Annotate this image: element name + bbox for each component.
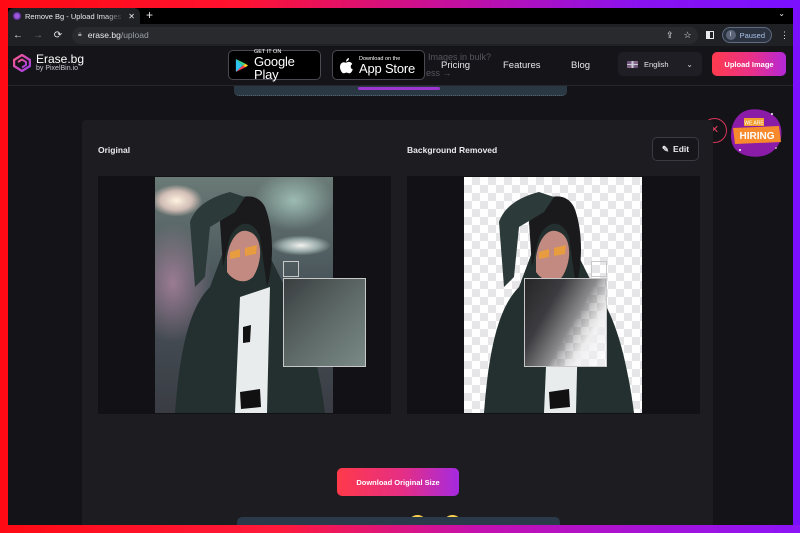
upload-image-button[interactable]: Upload Image — [712, 52, 786, 76]
language-select[interactable]: English ⌄ — [618, 52, 702, 76]
we-are-hiring-badge[interactable]: WE ARE HIRING — [726, 106, 786, 160]
nav-blog[interactable]: Blog — [571, 60, 590, 71]
browser-menu-icon[interactable]: ⋮ — [780, 30, 789, 41]
app-store-button[interactable]: Download on the App Store — [332, 50, 425, 80]
tab-title: Remove Bg - Upload Images to — [25, 11, 125, 21]
new-tab-icon[interactable]: + — [146, 8, 153, 24]
tab-active[interactable]: Remove Bg - Upload Images to ✕ — [8, 8, 140, 24]
site-content: Erase.bg by PixelBin.io m Images in bulk… — [8, 46, 793, 525]
nav-features[interactable]: Features — [503, 60, 541, 71]
apple-icon — [340, 57, 353, 73]
removed-image-panel — [407, 176, 700, 414]
zoom-target-box — [591, 261, 607, 277]
erase-bg-logo-icon — [12, 53, 32, 72]
bulk-progress-bar — [358, 87, 440, 90]
reload-icon[interactable]: ⟳ — [52, 30, 64, 41]
google-play-button[interactable]: GET IT ON Google Play — [228, 49, 321, 82]
screenshot-frame-bottom — [0, 525, 800, 533]
profile-avatar: I — [725, 30, 736, 40]
edit-button[interactable]: ✎ Edit — [652, 137, 699, 161]
browser-toolbar: ← → ⟳ 🔒︎ erase.bg/upload ⇪ ☆ I Paused ⋮ — [8, 24, 793, 46]
side-panel-icon[interactable] — [705, 31, 714, 39]
original-label: Original — [98, 145, 131, 155]
tab-close-icon[interactable]: ✕ — [128, 12, 135, 21]
profile-button[interactable]: I Paused — [721, 27, 772, 43]
hiring-badge-top: WE ARE — [744, 121, 764, 127]
url-text: erase.bg/upload — [87, 30, 149, 40]
share-icon[interactable]: ⇪ — [666, 30, 674, 41]
app-store-big: App Store — [359, 60, 416, 76]
back-icon[interactable]: ← — [12, 30, 24, 41]
browser-window: Remove Bg - Upload Images to ✕ + ⌄ ← → ⟳… — [8, 8, 793, 525]
hiring-badge-main: HIRING — [740, 131, 775, 142]
favicon-icon — [13, 12, 21, 20]
original-image-panel — [98, 176, 391, 414]
address-bar[interactable]: 🔒︎ erase.bg/upload ⇪ ☆ — [72, 26, 698, 44]
download-original-size-button[interactable]: Download Original Size — [337, 468, 459, 496]
bookmark-star-icon[interactable]: ☆ — [683, 30, 691, 41]
google-play-big: Google Play — [253, 54, 295, 82]
pencil-icon: ✎ — [661, 143, 670, 154]
tab-strip: Remove Bg - Upload Images to ✕ + ⌄ — [8, 8, 793, 24]
forward-icon[interactable]: → — [32, 30, 44, 41]
profile-status: Paused — [739, 30, 765, 40]
logo-byline: by PixelBin.io — [36, 65, 79, 72]
nav-pricing[interactable]: Pricing — [441, 60, 470, 71]
logo[interactable]: Erase.bg by PixelBin.io — [12, 52, 85, 72]
language-value: English — [644, 59, 669, 69]
chevron-down-icon: ⌄ — [686, 59, 693, 69]
zoom-magnifier-original — [283, 278, 366, 367]
logo-name: Erase.bg — [36, 52, 85, 66]
zoom-magnifier-removed — [524, 278, 607, 367]
edit-label: Edit — [673, 144, 690, 154]
result-card: Original Background Removed ✎ Edit Downl… — [82, 120, 713, 525]
lock-icon[interactable]: 🔒︎ — [78, 31, 82, 39]
bulk-upload-panel — [234, 86, 567, 96]
bottom-panel — [237, 517, 560, 525]
uk-flag-icon — [627, 60, 638, 68]
tab-search-icon[interactable]: ⌄ — [778, 9, 785, 18]
site-header: Erase.bg by PixelBin.io m Images in bulk… — [8, 46, 793, 86]
google-play-icon — [235, 58, 249, 72]
background-removed-label: Background Removed — [407, 145, 498, 155]
zoom-target-box — [283, 261, 299, 277]
